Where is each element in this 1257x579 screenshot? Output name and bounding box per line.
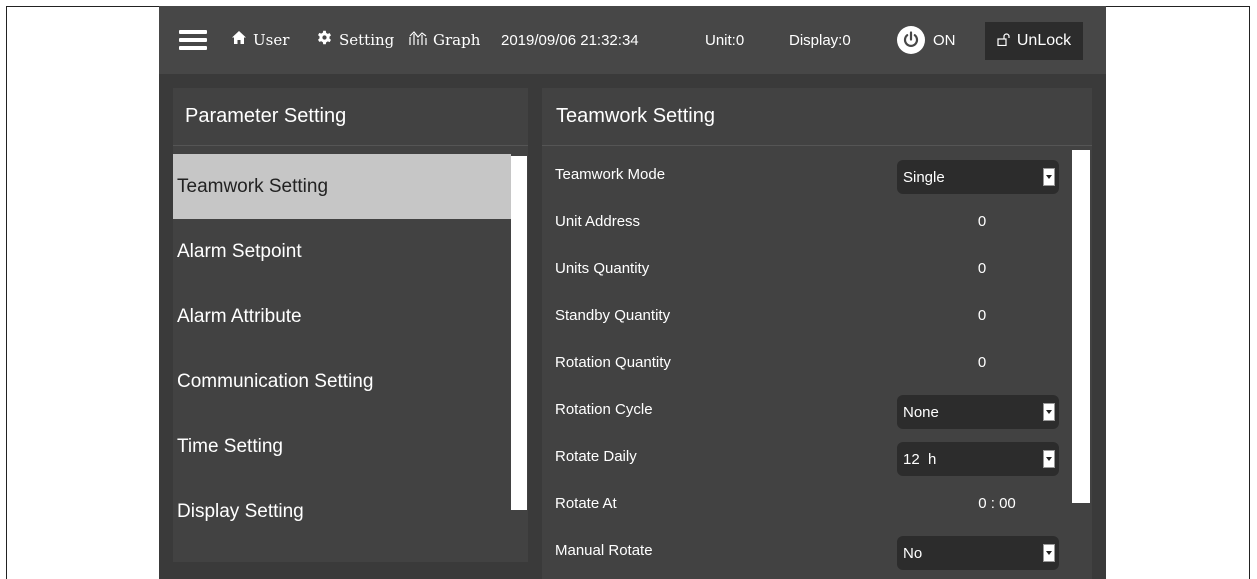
rotate-daily-value: 12 h xyxy=(903,450,937,468)
chevron-down-icon xyxy=(1043,544,1055,562)
hamburger-menu-icon[interactable] xyxy=(179,6,209,74)
units-quantity-value[interactable]: 0 xyxy=(897,260,1067,277)
units-quantity-label: Units Quantity xyxy=(555,260,650,277)
teamwork-settings-list: Teamwork Mode Single Unit Address 0 Unit… xyxy=(542,152,1070,575)
parameter-menu-list: Teamwork Setting Alarm Setpoint Alarm At… xyxy=(173,154,511,544)
menu-item-teamwork-setting[interactable]: Teamwork Setting xyxy=(173,154,511,219)
menu-item-display-setting[interactable]: Display Setting xyxy=(173,479,511,544)
power-toggle[interactable]: ON xyxy=(897,6,956,74)
manual-rotate-value: No xyxy=(903,544,923,562)
home-icon xyxy=(231,30,247,50)
rotate-at-label: Rotate At xyxy=(555,495,617,512)
setting-nav-link[interactable]: Setting xyxy=(316,6,394,74)
chevron-down-icon xyxy=(1043,168,1055,186)
graph-icon xyxy=(409,30,427,51)
user-nav-link[interactable]: User xyxy=(231,6,289,74)
right-scrollbar[interactable] xyxy=(1072,150,1090,503)
teamwork-setting-title: Teamwork Setting xyxy=(542,88,1092,146)
standby-quantity-label: Standby Quantity xyxy=(555,307,671,324)
unlock-icon xyxy=(997,33,1011,49)
menu-item-alarm-attribute[interactable]: Alarm Attribute xyxy=(173,284,511,349)
top-bar: User Setting Graph 2019/09/06 21:32:34 U… xyxy=(159,6,1106,74)
teamwork-mode-label: Teamwork Mode xyxy=(555,166,666,183)
setting-nav-label: Setting xyxy=(339,31,395,49)
gear-icon xyxy=(316,29,333,51)
chevron-down-icon xyxy=(1043,450,1055,468)
left-scrollbar[interactable] xyxy=(511,156,527,510)
parameter-setting-title: Parameter Setting xyxy=(173,88,528,146)
display-indicator: Display:0 xyxy=(789,31,851,49)
manual-rotate-dropdown[interactable]: No xyxy=(897,536,1059,570)
manual-rotate-label: Manual Rotate xyxy=(555,542,653,559)
rotate-daily-label: Rotate Daily xyxy=(555,448,637,465)
rotate-at-value[interactable]: 0 : 00 xyxy=(912,495,1082,512)
unlock-button[interactable]: UnLock xyxy=(985,22,1083,60)
unit-address-value[interactable]: 0 xyxy=(897,213,1067,230)
menu-item-communication-setting[interactable]: Communication Setting xyxy=(173,349,511,414)
setting-row: Rotate At 0 : 00 xyxy=(542,481,1070,528)
menu-item-alarm-setpoint[interactable]: Alarm Setpoint xyxy=(173,219,511,284)
setting-row: Rotation Quantity 0 xyxy=(542,340,1070,387)
chevron-down-icon xyxy=(1043,403,1055,421)
power-icon xyxy=(897,26,925,54)
rotation-cycle-dropdown[interactable]: None xyxy=(897,395,1059,429)
parameter-setting-panel: Parameter Setting Teamwork Setting Alarm… xyxy=(173,88,528,562)
rotate-daily-dropdown[interactable]: 12 h xyxy=(897,442,1059,476)
setting-row: Standby Quantity 0 xyxy=(542,293,1070,340)
standby-quantity-value[interactable]: 0 xyxy=(897,307,1067,324)
setting-row: Rotate Daily 12 h xyxy=(542,434,1070,481)
setting-row: Teamwork Mode Single xyxy=(542,152,1070,199)
unlock-label: UnLock xyxy=(1016,32,1072,49)
unit-indicator: Unit:0 xyxy=(705,31,745,49)
setting-row: Units Quantity 0 xyxy=(542,246,1070,293)
rotation-cycle-label: Rotation Cycle xyxy=(555,401,653,418)
unit-address-label: Unit Address xyxy=(555,213,641,230)
teamwork-mode-value: Single xyxy=(903,168,945,186)
setting-row: Rotation Cycle None xyxy=(542,387,1070,434)
teamwork-mode-dropdown[interactable]: Single xyxy=(897,160,1059,194)
power-status-label: ON xyxy=(933,31,956,49)
rotation-quantity-value[interactable]: 0 xyxy=(897,354,1067,371)
device-screen: User Setting Graph 2019/09/06 21:32:34 U… xyxy=(159,6,1106,579)
setting-row: Unit Address 0 xyxy=(542,199,1070,246)
user-nav-label: User xyxy=(253,31,290,49)
datetime-display: 2019/09/06 21:32:34 xyxy=(501,31,639,49)
menu-item-time-setting[interactable]: Time Setting xyxy=(173,414,511,479)
graph-nav-label: Graph xyxy=(433,31,481,49)
graph-nav-link[interactable]: Graph xyxy=(409,6,480,74)
setting-row: Manual Rotate No xyxy=(542,528,1070,575)
teamwork-setting-panel: Teamwork Setting Teamwork Mode Single Un… xyxy=(542,88,1092,579)
rotation-quantity-label: Rotation Quantity xyxy=(555,354,671,371)
rotation-cycle-value: None xyxy=(903,403,939,421)
